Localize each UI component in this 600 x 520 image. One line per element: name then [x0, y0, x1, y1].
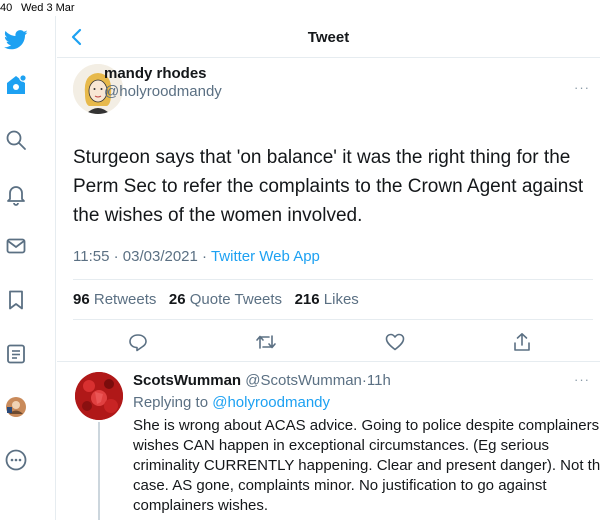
- retweets-count: 96: [73, 291, 90, 308]
- reply-time[interactable]: 11h: [367, 372, 391, 389]
- mail-icon[interactable]: [4, 234, 28, 258]
- top-bar: Tweet: [57, 16, 600, 58]
- likes-stat[interactable]: 216 Likes: [295, 291, 359, 308]
- reply-avatar-image: [75, 372, 123, 420]
- replying-to-link[interactable]: @holyroodmandy: [212, 394, 330, 411]
- retweets-stat[interactable]: 96 Retweets: [73, 291, 156, 308]
- divider: [73, 319, 593, 320]
- retweet-icon: [256, 335, 276, 349]
- author-handle[interactable]: @holyroodmandy: [104, 83, 222, 100]
- reply-author-handle[interactable]: @ScotsWumman: [245, 372, 362, 389]
- search-icon[interactable]: [4, 128, 28, 152]
- tweet-timestamp: 11:55 · 03/03/2021 · Twitter Web App: [73, 248, 320, 265]
- tweet-time[interactable]: 11:55: [73, 248, 109, 265]
- meta-separator: ·: [202, 248, 208, 265]
- tweet-source-link[interactable]: Twitter Web App: [211, 248, 320, 265]
- reply-text-line: She is wrong about ACAS advice. Going to…: [133, 417, 600, 434]
- tweet-text: Sturgeon says that 'on balance' it was t…: [73, 143, 593, 230]
- list-icon[interactable]: [4, 342, 28, 366]
- likes-count: 216: [294, 291, 320, 308]
- bookmark-icon[interactable]: [4, 288, 28, 312]
- replying-prefix: Replying to: [133, 394, 209, 411]
- reply-author-avatar[interactable]: [75, 372, 123, 420]
- reply-text-line: criminality CURRENTLY happening. Clear a…: [133, 457, 600, 474]
- author-name[interactable]: mandy rhodes: [104, 65, 207, 82]
- thread-line: [98, 422, 100, 520]
- quote-tweets-label: Quote Tweets: [189, 291, 283, 308]
- divider: [57, 361, 600, 362]
- reply-more-button[interactable]: ···: [574, 372, 590, 387]
- tweet-text-line: Sturgeon says that 'on balance' it was t…: [73, 147, 571, 168]
- bell-icon[interactable]: [4, 183, 28, 207]
- replying-to: Replying to @holyroodmandy: [133, 394, 330, 411]
- like-button[interactable]: [383, 330, 407, 354]
- retweets-label: Retweets: [93, 291, 157, 308]
- page-title: Tweet: [307, 29, 350, 46]
- share-button[interactable]: [510, 330, 534, 354]
- retweet-button[interactable]: [254, 330, 278, 354]
- reply-text-line: wishes CAN happen in exceptional circums…: [133, 437, 550, 454]
- tweet-text-line: Perm Sec to refer the complaints to the …: [73, 176, 584, 197]
- reply-text-line: complainers wishes.: [133, 497, 269, 514]
- reply-icon: [129, 334, 147, 352]
- home-icon[interactable]: [4, 73, 28, 97]
- tweet-stats: 96 Retweets 26 Quote Tweets 216 Likes: [73, 291, 359, 308]
- share-icon: [514, 333, 530, 351]
- profile-avatar[interactable]: [4, 395, 28, 419]
- reply-text: She is wrong about ACAS advice. Going to…: [133, 416, 600, 516]
- reply-author-name[interactable]: ScotsWumman: [133, 372, 241, 389]
- quote-tweets-count: 26: [168, 291, 186, 308]
- heart-icon: [385, 333, 405, 351]
- more-icon[interactable]: [4, 448, 28, 472]
- twitter-logo-icon[interactable]: [4, 28, 28, 52]
- tweet-date[interactable]: 03/03/2021: [123, 248, 198, 265]
- tweet-text-line: the wishes of the women involved.: [73, 205, 363, 226]
- reply-button[interactable]: [126, 330, 150, 354]
- sidebar-nav: [0, 16, 56, 520]
- likes-label: Likes: [323, 291, 359, 308]
- tweet-more-button[interactable]: ···: [574, 80, 590, 95]
- status-time: 40: [0, 2, 13, 14]
- meta-separator: ·: [113, 248, 119, 265]
- quote-tweets-stat[interactable]: 26 Quote Tweets: [169, 291, 282, 308]
- reply-header: ScotsWumman @ScotsWumman·11h: [133, 372, 391, 389]
- divider: [73, 279, 593, 280]
- reply-text-line: case. AS gone, complaints minor. No just…: [133, 477, 547, 494]
- status-date: Wed 3 Mar: [21, 2, 75, 14]
